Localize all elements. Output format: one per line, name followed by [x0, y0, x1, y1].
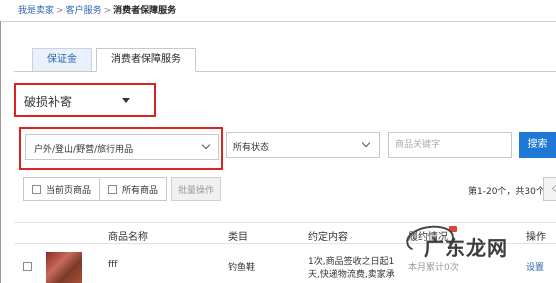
tab-deposit[interactable]: 保证金	[32, 48, 92, 72]
keyword-input[interactable]	[388, 132, 512, 158]
breadcrumb-seller[interactable]: 我是卖家	[18, 6, 54, 16]
status-dropdown[interactable]: 所有状态	[226, 132, 380, 158]
product-thumbnail[interactable]	[46, 252, 82, 283]
select-all[interactable]: 所有商品	[99, 178, 166, 200]
agreement-content: 1次,商品签收之日起1 天,快递物流费,卖家承	[308, 256, 395, 282]
breadcrumb: 我是卖家 > 客户服务 > 消费者保障服务	[18, 3, 176, 16]
breadcrumb-separator: >	[56, 6, 64, 16]
batch-select-group: 当前页商品 所有商品	[23, 177, 168, 201]
select-current-page[interactable]: 当前页商品	[24, 178, 99, 200]
left-border	[0, 21, 1, 283]
checkbox-all[interactable]	[108, 184, 118, 194]
header-divider	[0, 21, 556, 22]
tab-consumer-protection[interactable]: 消费者保障服务	[96, 48, 196, 72]
chevron-down-icon	[361, 138, 371, 148]
breadcrumb-customer-service[interactable]: 客户服务	[66, 6, 102, 16]
row-checkbox[interactable]	[23, 262, 32, 271]
chevron-down-icon	[201, 140, 211, 150]
category-dropdown[interactable]: 户外/登山/野营/旅行用品	[25, 134, 219, 160]
header-category: 类目	[228, 232, 248, 243]
watermark: 广东龙网	[424, 236, 508, 260]
settings-link[interactable]: 设置	[526, 260, 544, 273]
header-action: 操作	[526, 232, 546, 243]
search-button[interactable]: 搜索	[519, 132, 556, 158]
product-name: fff	[108, 260, 118, 270]
header-product-name: 商品名称	[108, 232, 148, 243]
header-agreement: 约定内容	[308, 232, 348, 243]
select-current-page-label: 当前页商品	[46, 185, 92, 196]
service-type-dropdown[interactable]: 破损补寄	[14, 83, 156, 117]
caret-down-icon	[122, 98, 130, 103]
prev-page-button[interactable]	[543, 177, 556, 201]
agreement-line-1: 1次,商品签收之日起1	[308, 257, 395, 267]
breadcrumb-separator: >	[103, 6, 112, 16]
status-value: 所有状态	[233, 143, 270, 153]
pagination-info: 第1-20个，共30个	[468, 187, 545, 197]
checkbox-current-page[interactable]	[32, 184, 41, 194]
category-highlight: 户外/登山/野营/旅行用品	[19, 127, 223, 170]
chevron-left-icon	[551, 184, 556, 193]
breadcrumb-current: 消费者保障服务	[113, 6, 177, 16]
tab-bar: 保证金 消费者保障服务	[32, 48, 200, 72]
select-all-label: 所有商品	[122, 185, 159, 196]
performance-value: 本月累计0次	[408, 263, 459, 273]
product-category: 钓鱼鞋	[228, 263, 256, 273]
batch-action-button[interactable]: 批量操作	[171, 177, 221, 201]
agreement-line-2: 天,快递物流费,卖家承	[308, 270, 395, 280]
service-type-value: 破损补寄	[24, 95, 73, 109]
category-value: 户外/登山/野营/旅行用品	[34, 145, 134, 155]
